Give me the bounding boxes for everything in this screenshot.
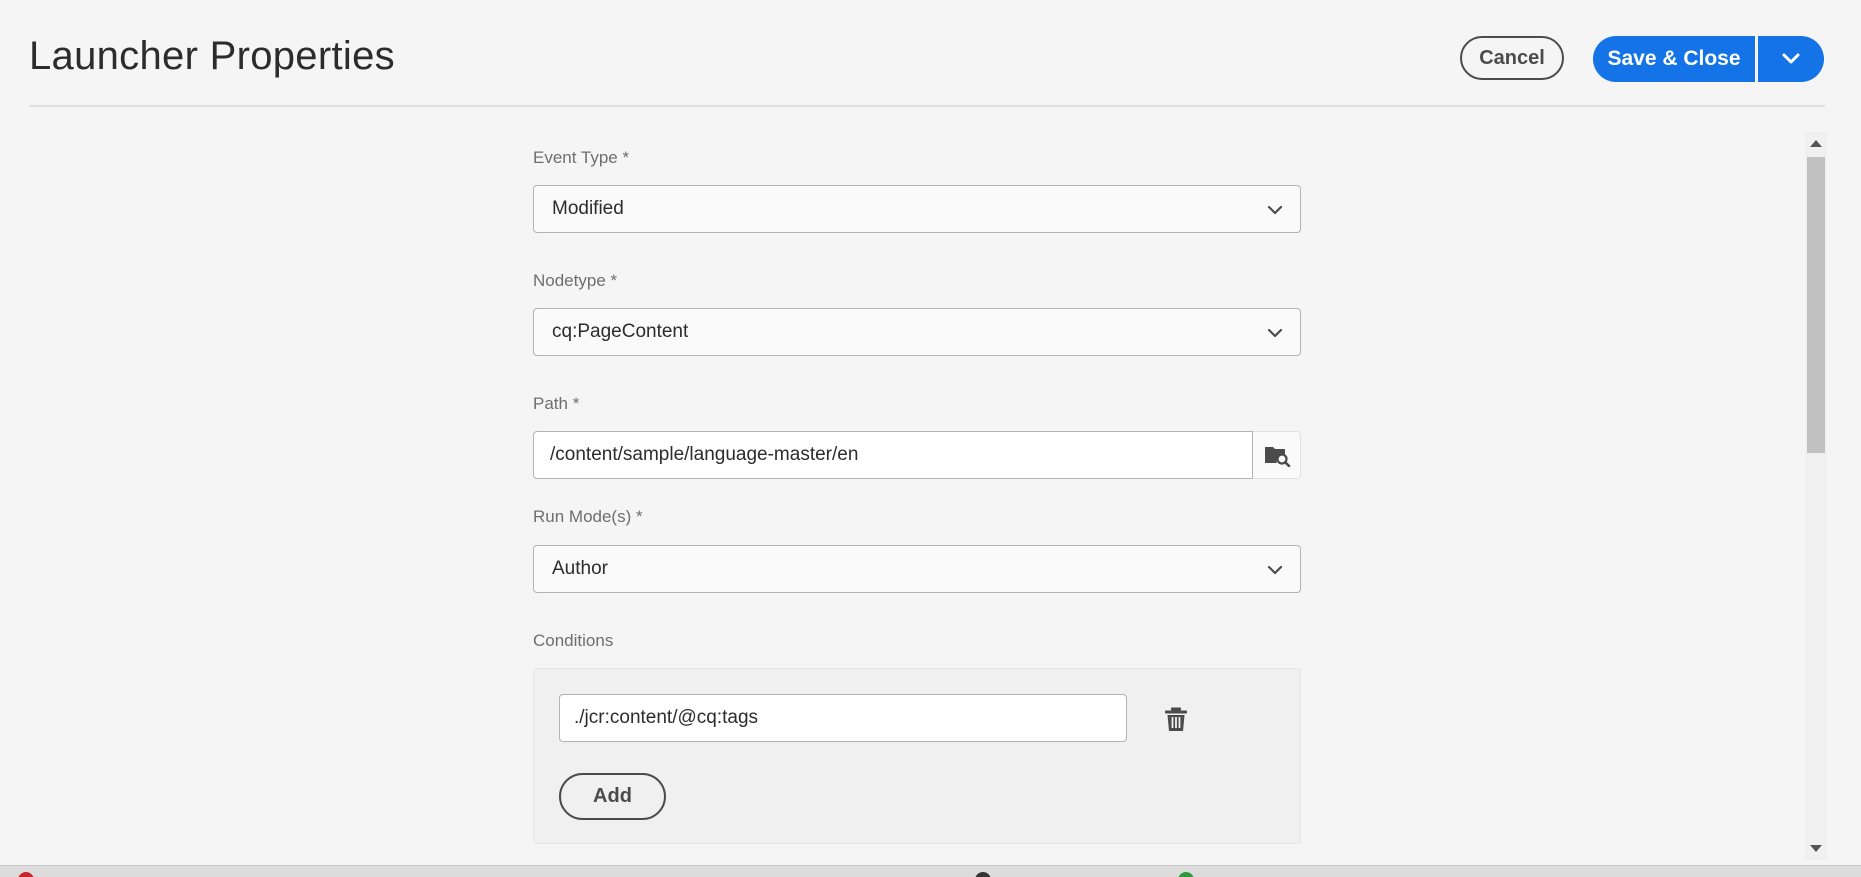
cancel-button[interactable]: Cancel — [1460, 36, 1564, 80]
chevron-down-icon — [1267, 205, 1283, 215]
path-input[interactable]: /content/sample/language-master/en — [533, 431, 1253, 479]
save-options-button[interactable] — [1758, 36, 1824, 82]
nodetype-select[interactable]: cq:PageContent — [533, 308, 1301, 356]
event-type-value: Modified — [552, 198, 624, 219]
conditions-multifield: ./jcr:content/@cq:tags Add — [533, 668, 1301, 844]
launcher-properties-page: Launcher Properties Cancel Save & Close … — [0, 0, 1861, 877]
save-close-button[interactable]: Save & Close — [1593, 36, 1755, 82]
path-value: /content/sample/language-master/en — [550, 444, 859, 465]
run-modes-label: Run Mode(s) * — [533, 507, 643, 526]
chevron-down-icon — [1267, 565, 1283, 575]
page-header: Launcher Properties Cancel Save & Close — [29, 0, 1825, 107]
scrollbar-thumb[interactable] — [1807, 157, 1825, 453]
trash-icon[interactable] — [1163, 706, 1189, 732]
run-modes-value: Author — [552, 558, 608, 579]
taskbar-app-icon[interactable] — [18, 872, 34, 877]
condition-value: ./jcr:content/@cq:tags — [574, 707, 759, 728]
folder-search-icon — [1264, 447, 1290, 467]
nodetype-value: cq:PageContent — [552, 321, 689, 342]
event-type-select[interactable]: Modified — [533, 185, 1301, 233]
path-browse-button[interactable] — [1253, 431, 1301, 479]
page-title: Launcher Properties — [29, 34, 395, 78]
conditions-label: Conditions — [533, 631, 614, 650]
condition-input[interactable]: ./jcr:content/@cq:tags — [559, 694, 1127, 742]
chevron-down-icon — [1267, 328, 1283, 338]
run-modes-select[interactable]: Author — [533, 545, 1301, 593]
scroll-up-arrow-icon[interactable] — [1810, 140, 1822, 147]
vertical-scrollbar[interactable] — [1805, 132, 1827, 860]
taskbar-app-icon[interactable] — [975, 872, 991, 877]
scroll-down-arrow-icon[interactable] — [1810, 845, 1822, 852]
path-label: Path * — [533, 394, 580, 413]
add-condition-button[interactable]: Add — [559, 773, 666, 820]
nodetype-label: Nodetype * — [533, 271, 618, 290]
chevron-down-icon — [1782, 53, 1800, 64]
taskbar-strip — [0, 865, 1861, 877]
event-type-label: Event Type * — [533, 148, 630, 167]
taskbar-app-icon[interactable] — [1178, 872, 1194, 877]
